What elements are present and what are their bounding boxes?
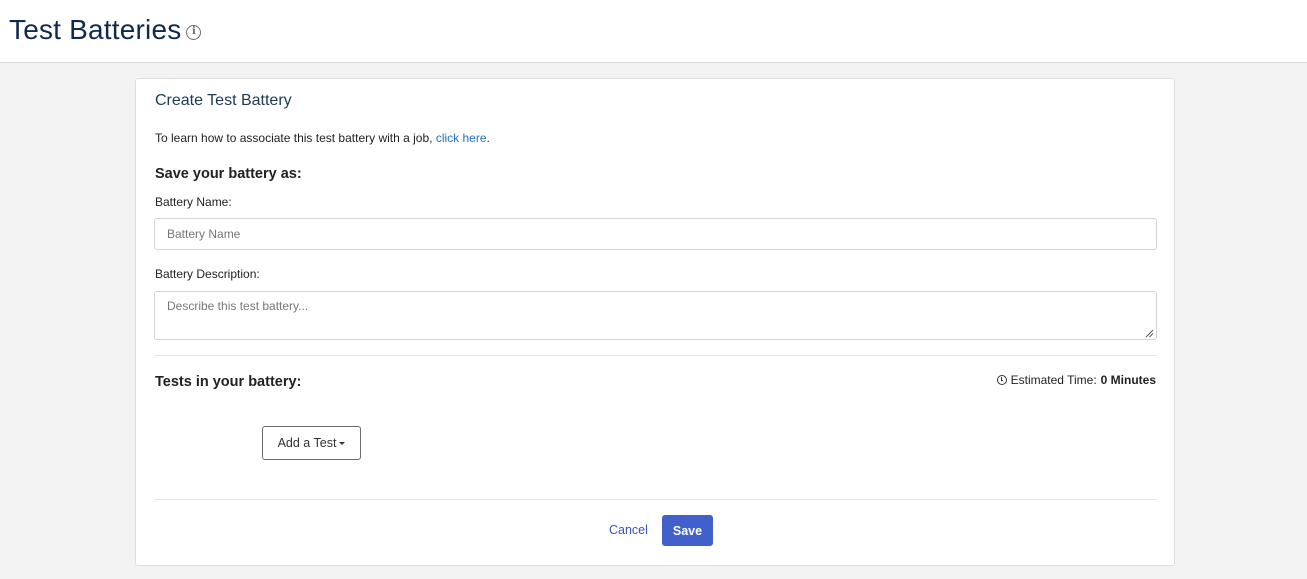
cancel-button[interactable]: Cancel xyxy=(609,523,648,537)
battery-description-textarea[interactable] xyxy=(154,291,1157,340)
add-test-dropdown-button[interactable]: Add a Test xyxy=(262,426,361,460)
estimated-time-label: Estimated Time: xyxy=(1010,373,1097,387)
chevron-down-icon xyxy=(339,441,346,445)
clock-icon xyxy=(996,375,1007,385)
top-header: Test Batteries i xyxy=(0,0,1307,63)
info-icon[interactable]: i xyxy=(186,24,202,40)
divider xyxy=(154,499,1157,500)
card-title: Create Test Battery xyxy=(155,92,292,109)
add-test-label: Add a Test xyxy=(277,436,337,450)
save-button[interactable]: Save xyxy=(662,515,713,546)
page-title-text: Test Batteries xyxy=(9,14,182,45)
estimated-time-value: 0 Minutes xyxy=(1100,373,1156,387)
intro-text-body: To learn how to associate this test batt… xyxy=(155,131,436,145)
intro-text-end: . xyxy=(486,131,490,145)
tests-heading: Tests in your battery: xyxy=(155,374,302,390)
create-battery-card: Create Test Battery To learn how to asso… xyxy=(135,78,1175,566)
battery-description-label: Battery Description: xyxy=(155,267,260,281)
estimated-time: Estimated Time: 0 Minutes xyxy=(996,373,1156,387)
intro-text: To learn how to associate this test batt… xyxy=(155,131,490,145)
battery-name-input[interactable] xyxy=(154,218,1157,250)
divider xyxy=(154,355,1157,356)
click-here-link[interactable]: click here xyxy=(436,131,487,145)
resize-grip-icon[interactable] xyxy=(1145,329,1154,338)
save-heading: Save your battery as: xyxy=(155,166,302,182)
battery-name-label: Battery Name: xyxy=(155,195,232,209)
page-title: Test Batteries i xyxy=(9,14,202,46)
